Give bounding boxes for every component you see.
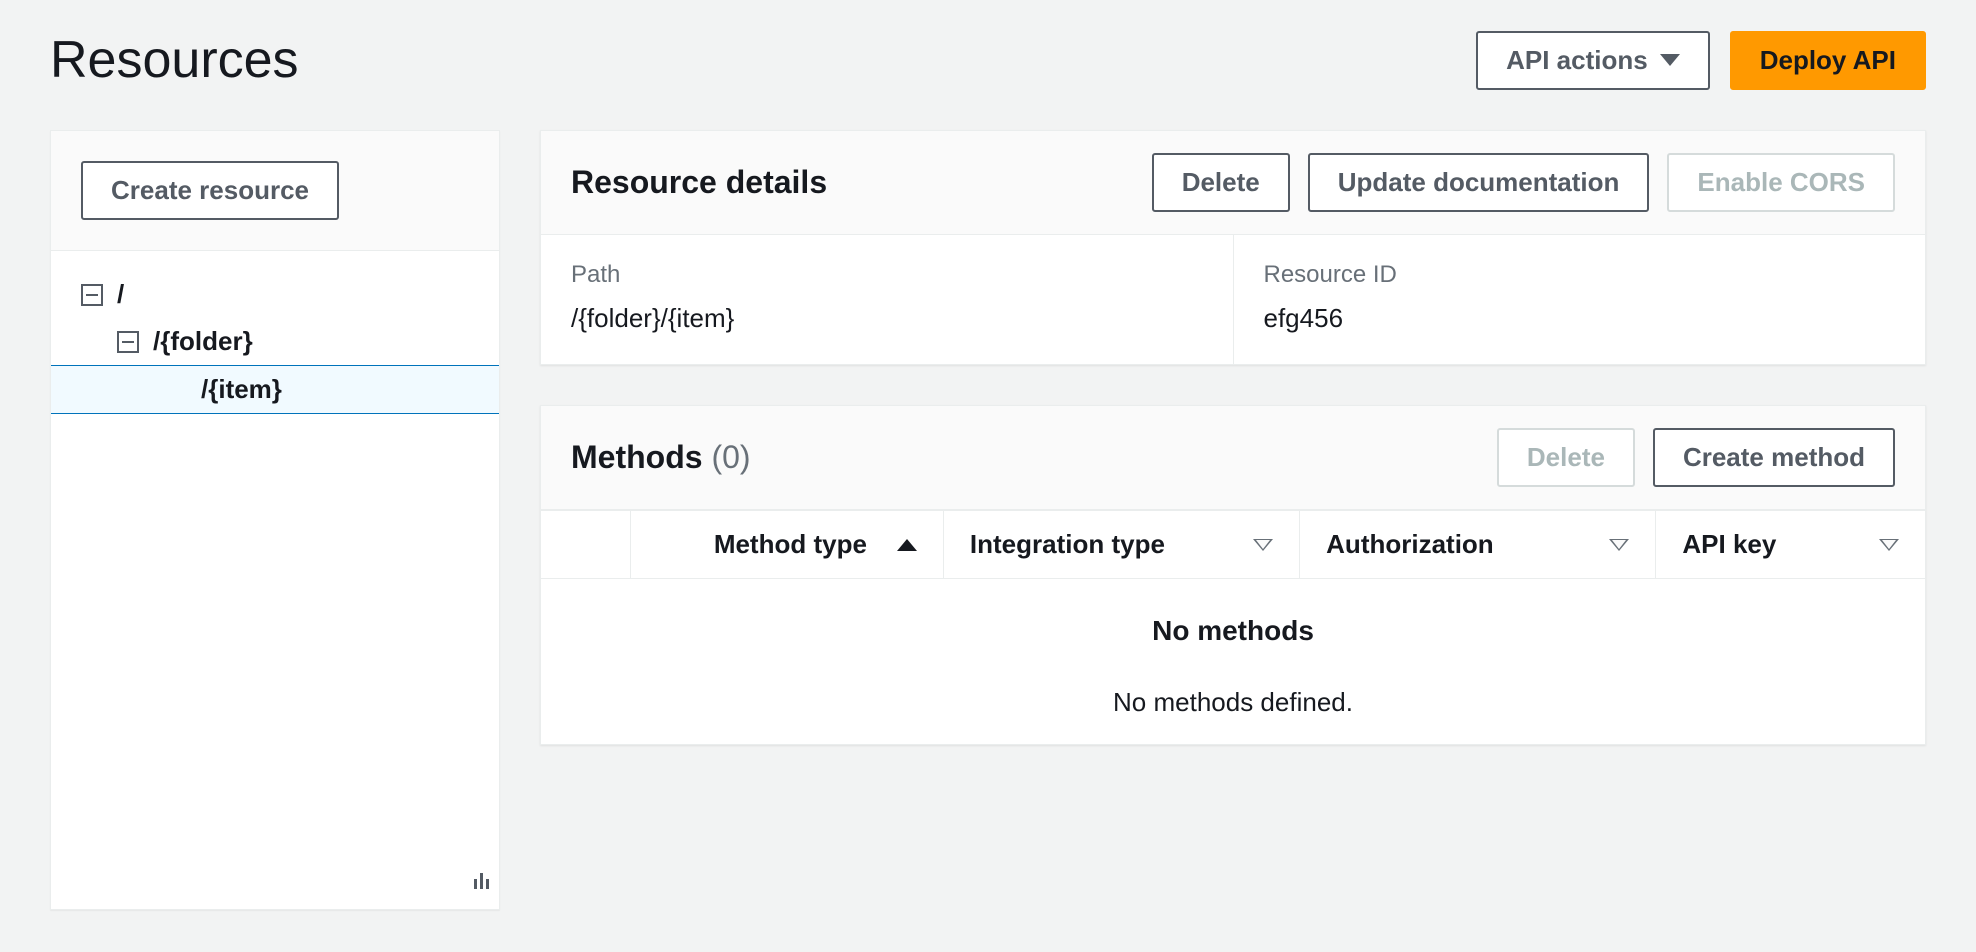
sort-icon: [1609, 539, 1629, 551]
resources-tree-header: Create resource: [51, 131, 499, 251]
header-actions: API actions Deploy API: [1476, 31, 1926, 90]
sort-icon: [1253, 539, 1273, 551]
methods-title: Methods (0): [571, 439, 751, 476]
methods-empty-state: No methods No methods defined.: [541, 579, 1925, 744]
tree-node-root[interactable]: /: [51, 271, 499, 318]
create-method-button[interactable]: Create method: [1653, 428, 1895, 487]
resources-tree: / /{folder} /{item}: [51, 251, 499, 414]
column-integration-type[interactable]: Integration type: [944, 511, 1300, 578]
update-documentation-button[interactable]: Update documentation: [1308, 153, 1650, 212]
tree-node-item[interactable]: /{item}: [51, 365, 499, 414]
api-actions-label: API actions: [1506, 45, 1648, 76]
enable-cors-button: Enable CORS: [1667, 153, 1895, 212]
methods-title-text: Methods: [571, 439, 703, 475]
resource-details-panel: Resource details Delete Update documenta…: [540, 130, 1926, 365]
column-select: [541, 511, 631, 578]
tree-node-label: /: [117, 279, 124, 310]
resource-details-actions: Delete Update documentation Enable CORS: [1152, 153, 1895, 212]
resource-details-body: Path /{folder}/{item} Resource ID efg456: [541, 235, 1925, 364]
empty-title: No methods: [541, 615, 1925, 647]
resource-id-label: Resource ID: [1264, 261, 1896, 289]
column-label: Method type: [714, 529, 867, 560]
resource-id-value: efg456: [1264, 303, 1896, 334]
empty-subtitle: No methods defined.: [541, 687, 1925, 718]
page-header: Resources API actions Deploy API: [50, 30, 1926, 90]
api-actions-button[interactable]: API actions: [1476, 31, 1710, 90]
methods-panel: Methods (0) Delete Create method Method …: [540, 405, 1926, 745]
sort-asc-icon: [897, 539, 917, 551]
column-method-type[interactable]: Method type: [631, 511, 944, 578]
delete-method-button: Delete: [1497, 428, 1635, 487]
column-api-key[interactable]: API key: [1656, 511, 1925, 578]
page-title: Resources: [50, 30, 299, 90]
create-resource-button[interactable]: Create resource: [81, 161, 339, 220]
resource-details-title: Resource details: [571, 164, 827, 201]
sort-icon: [1879, 539, 1899, 551]
delete-resource-button[interactable]: Delete: [1152, 153, 1290, 212]
path-label: Path: [571, 261, 1203, 289]
resource-id-field: Resource ID efg456: [1233, 235, 1926, 364]
collapse-icon[interactable]: [81, 284, 103, 306]
resources-tree-panel: Create resource / /{folder} /{item}: [50, 130, 500, 910]
methods-count: (0): [711, 439, 750, 475]
path-field: Path /{folder}/{item}: [541, 235, 1233, 364]
methods-table-header: Method type Integration type Authorizati…: [541, 510, 1925, 579]
path-value: /{folder}/{item}: [571, 303, 1203, 334]
column-authorization[interactable]: Authorization: [1300, 511, 1656, 578]
column-label: Integration type: [970, 529, 1165, 560]
resource-details-header: Resource details Delete Update documenta…: [541, 131, 1925, 235]
tree-node-folder[interactable]: /{folder}: [51, 318, 499, 365]
methods-actions: Delete Create method: [1497, 428, 1895, 487]
tree-node-label: /{item}: [201, 374, 282, 405]
column-label: API key: [1682, 529, 1776, 560]
collapse-icon[interactable]: [117, 331, 139, 353]
tree-node-label: /{folder}: [153, 326, 253, 357]
resize-handle-icon[interactable]: [474, 873, 489, 889]
caret-down-icon: [1660, 54, 1680, 66]
column-label: Authorization: [1326, 529, 1494, 560]
deploy-api-button[interactable]: Deploy API: [1730, 31, 1926, 90]
methods-header: Methods (0) Delete Create method: [541, 406, 1925, 510]
